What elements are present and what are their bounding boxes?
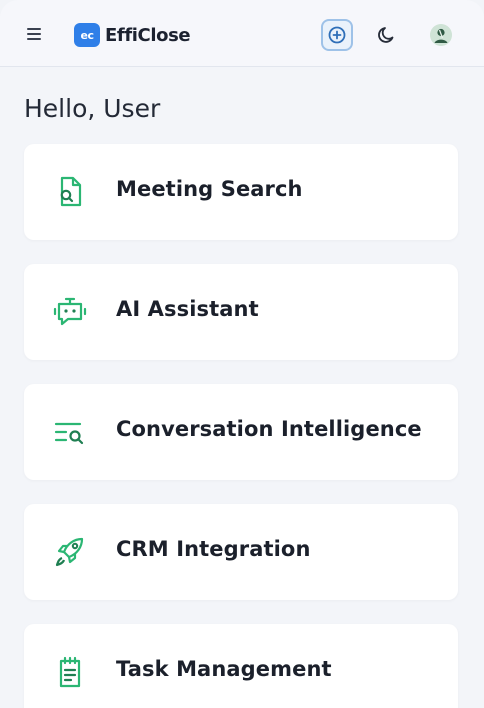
card-task-management[interactable]: Task Management: [24, 624, 458, 708]
card-label: Conversation Intelligence: [116, 417, 422, 441]
avatar-icon: [430, 24, 452, 46]
card-crm-integration[interactable]: CRM Integration: [24, 504, 458, 600]
card-meeting-search[interactable]: Meeting Search: [24, 144, 458, 240]
top-bar: ec EffiClose: [0, 0, 484, 67]
new-button[interactable]: [321, 19, 353, 51]
document-search-icon: [52, 174, 88, 210]
list-search-icon: [52, 414, 88, 450]
card-label: Meeting Search: [116, 177, 303, 201]
app-window: ec EffiClose Hello, User Meeting Search …: [0, 0, 484, 708]
menu-button[interactable]: [27, 27, 43, 41]
logo-text: EffiClose: [105, 24, 191, 46]
page-title: Hello, User: [24, 94, 161, 123]
brand-logo[interactable]: ec EffiClose: [74, 23, 191, 47]
plus-circle-icon: [328, 26, 346, 44]
moon-icon: [378, 27, 394, 43]
rocket-icon: [52, 534, 88, 570]
menu-icon-line: [27, 33, 41, 35]
menu-icon-line: [27, 28, 41, 30]
clipboard-list-icon: [52, 654, 88, 690]
robot-chat-icon: [52, 294, 88, 330]
user-avatar[interactable]: [430, 24, 452, 46]
card-label: Task Management: [116, 657, 332, 681]
card-label: CRM Integration: [116, 537, 311, 561]
logo-icon: ec: [74, 23, 100, 47]
card-label: AI Assistant: [116, 297, 259, 321]
theme-toggle-button[interactable]: [371, 19, 403, 51]
card-conversation-intelligence[interactable]: Conversation Intelligence: [24, 384, 458, 480]
card-ai-assistant[interactable]: AI Assistant: [24, 264, 458, 360]
menu-icon-line: [27, 38, 41, 40]
